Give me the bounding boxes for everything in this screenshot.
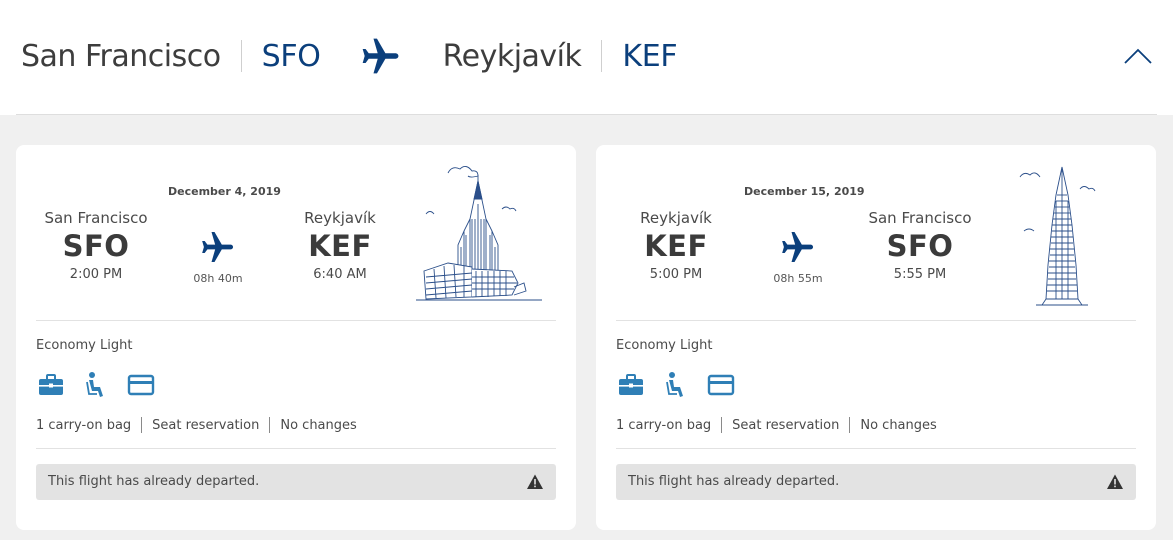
arrival-city: Reykjavík [304, 209, 376, 227]
arrival-code: KEF [308, 229, 372, 263]
departure-code: SFO [62, 229, 130, 263]
trip-header: San Francisco SFO Reykjavík KEF [0, 0, 1173, 115]
chevron-up-icon[interactable] [1122, 44, 1154, 68]
seat-icon [666, 372, 683, 397]
briefcase-icon [39, 374, 63, 395]
status-notice: This flight has already departed. [616, 464, 1136, 500]
briefcase-icon [619, 374, 643, 395]
departure-code: KEF [644, 229, 708, 263]
fare-icons [616, 370, 751, 400]
credit-card-icon [707, 374, 735, 396]
divider [849, 417, 851, 433]
arrival: Reykjavík KEF 6:40 AM [270, 209, 410, 282]
flight-duration: 08h 55m [773, 272, 823, 285]
divider [240, 40, 242, 72]
card-divider [36, 320, 556, 321]
fare-class: Economy Light [36, 338, 133, 353]
card-divider [36, 448, 556, 449]
feature-item: No changes [280, 417, 357, 433]
arrival-city: San Francisco [868, 209, 972, 227]
feature-item: 1 carry-on bag [616, 417, 712, 433]
fare-icons [36, 370, 171, 400]
route-summary: San Francisco SFO Reykjavík KEF [21, 34, 678, 78]
divider [601, 40, 603, 72]
feature-item: No changes [860, 417, 937, 433]
fare-features: 1 carry-on bag Seat reservation No chang… [36, 417, 357, 433]
credit-card-icon [127, 374, 155, 396]
fare-class: Economy Light [616, 338, 713, 353]
departure: San Francisco SFO 2:00 PM [26, 209, 166, 282]
notice-text: This flight has already departed. [628, 474, 840, 489]
airplane-icon [202, 231, 234, 263]
card-divider [616, 320, 1136, 321]
status-notice: This flight has already departed. [36, 464, 556, 500]
departure-city: Reykjavík [640, 209, 712, 227]
departure: Reykjavík KEF 5:00 PM [606, 209, 746, 282]
card-divider [616, 448, 1136, 449]
destination-city: Reykjavík [442, 38, 582, 74]
header-divider [16, 114, 1157, 115]
flight-card-outbound: December 4, 2019 San Francisco SFO 2:00 … [16, 145, 576, 530]
departure-time: 5:00 PM [649, 267, 703, 282]
departure-time: 2:00 PM [69, 267, 123, 282]
arrival: San Francisco SFO 5:55 PM [850, 209, 990, 282]
feature-item: Seat reservation [732, 417, 840, 433]
airplane-icon [362, 38, 399, 74]
arrival-time: 5:55 PM [893, 267, 947, 282]
feature-item: Seat reservation [152, 417, 260, 433]
hallgrimskirkja-illustration [416, 166, 542, 301]
divider [269, 417, 271, 433]
warning-icon [527, 474, 543, 489]
fare-features: 1 carry-on bag Seat reservation No chang… [616, 417, 937, 433]
feature-item: 1 carry-on bag [36, 417, 132, 433]
warning-icon [1107, 474, 1123, 489]
flight-duration: 08h 40m [193, 272, 243, 285]
transamerica-pyramid-illustration [1019, 166, 1096, 306]
notice-text: This flight has already departed. [48, 474, 260, 489]
flight-date: December 4, 2019 [168, 185, 281, 198]
destination-code: KEF [622, 38, 678, 74]
divider [141, 417, 143, 433]
arrival-time: 6:40 AM [313, 267, 367, 282]
flight-card-return: December 15, 2019 Reykjavík KEF 5:00 PM … [596, 145, 1156, 530]
origin-city: San Francisco [21, 38, 221, 74]
departure-city: San Francisco [44, 209, 148, 227]
airplane-icon [782, 231, 814, 263]
divider [721, 417, 723, 433]
origin-code: SFO [261, 38, 321, 74]
seat-icon [86, 372, 103, 397]
flight-date: December 15, 2019 [744, 185, 865, 198]
arrival-code: SFO [886, 229, 954, 263]
